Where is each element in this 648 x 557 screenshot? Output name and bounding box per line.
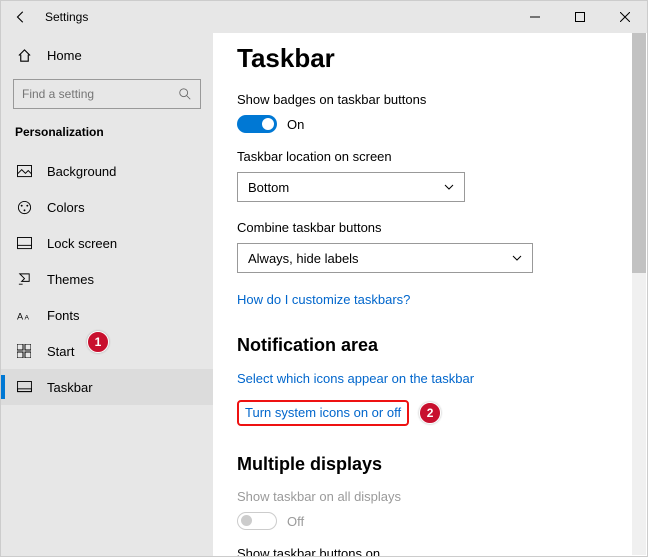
location-select[interactable]: Bottom xyxy=(237,172,465,202)
arrow-left-icon xyxy=(14,10,28,24)
nav-label: Taskbar xyxy=(47,380,93,395)
sidebar: Home Personalization Background Colors L… xyxy=(1,33,213,556)
main-content: Taskbar Show badges on taskbar buttons O… xyxy=(213,33,647,556)
showall-toggle xyxy=(237,512,277,530)
close-icon xyxy=(620,12,630,22)
select-icons-link[interactable]: Select which icons appear on the taskbar xyxy=(237,371,474,386)
svg-text:A: A xyxy=(17,311,24,321)
sidebar-item-colors[interactable]: Colors xyxy=(1,189,213,225)
badges-label: Show badges on taskbar buttons xyxy=(237,92,623,107)
lockscreen-icon xyxy=(15,237,33,250)
home-label: Home xyxy=(47,48,82,63)
start-icon xyxy=(15,344,33,358)
nav-label: Lock screen xyxy=(47,236,117,251)
sidebar-item-themes[interactable]: Themes xyxy=(1,261,213,297)
highlight-box: Turn system icons on or off xyxy=(237,400,409,426)
sidebar-item-fonts[interactable]: AA Fonts xyxy=(1,297,213,333)
home-icon xyxy=(15,48,33,63)
themes-icon xyxy=(15,272,33,287)
combine-label: Combine taskbar buttons xyxy=(237,220,623,235)
search-input[interactable] xyxy=(22,87,178,101)
nav-label: Start xyxy=(47,344,74,359)
badges-toggle[interactable] xyxy=(237,115,277,133)
notification-area-heading: Notification area xyxy=(237,335,623,356)
sidebar-item-background[interactable]: Background xyxy=(1,153,213,189)
taskbar-icon xyxy=(15,381,33,393)
nav-label: Background xyxy=(47,164,116,179)
window-title: Settings xyxy=(45,10,88,24)
combine-value: Always, hide labels xyxy=(248,251,359,266)
badges-state: On xyxy=(287,117,304,132)
maximize-icon xyxy=(575,12,585,22)
help-link[interactable]: How do I customize taskbars? xyxy=(237,292,410,307)
chevron-down-icon xyxy=(512,253,522,263)
category-header: Personalization xyxy=(1,121,213,153)
nav-label: Colors xyxy=(47,200,85,215)
nav-label: Fonts xyxy=(47,308,80,323)
annotation-badge-1: 1 xyxy=(87,331,109,353)
annotation-badge-2: 2 xyxy=(419,402,441,424)
combine-select[interactable]: Always, hide labels xyxy=(237,243,533,273)
nav-label: Themes xyxy=(47,272,94,287)
sidebar-item-taskbar[interactable]: Taskbar xyxy=(1,369,213,405)
search-icon xyxy=(178,87,192,101)
back-button[interactable] xyxy=(1,1,41,33)
picture-icon xyxy=(15,165,33,178)
minimize-button[interactable] xyxy=(512,1,557,33)
maximize-button[interactable] xyxy=(557,1,602,33)
showbuttons-label: Show taskbar buttons on xyxy=(237,546,623,556)
svg-text:A: A xyxy=(24,314,29,321)
palette-icon xyxy=(15,200,33,215)
fonts-icon: AA xyxy=(15,309,33,322)
showall-state: Off xyxy=(287,514,304,529)
showall-label: Show taskbar on all displays xyxy=(237,489,623,504)
location-label: Taskbar location on screen xyxy=(237,149,623,164)
minimize-icon xyxy=(530,12,540,22)
multiple-displays-heading: Multiple displays xyxy=(237,454,623,475)
sidebar-item-lockscreen[interactable]: Lock screen xyxy=(1,225,213,261)
chevron-down-icon xyxy=(444,182,454,192)
location-value: Bottom xyxy=(248,180,289,195)
titlebar: Settings xyxy=(1,1,647,33)
scrollbar-thumb[interactable] xyxy=(632,33,646,273)
system-icons-link[interactable]: Turn system icons on or off xyxy=(245,405,401,420)
close-button[interactable] xyxy=(602,1,647,33)
scrollbar[interactable] xyxy=(632,33,646,555)
page-title: Taskbar xyxy=(237,43,623,74)
search-box[interactable] xyxy=(13,79,201,109)
home-nav[interactable]: Home xyxy=(1,37,213,73)
